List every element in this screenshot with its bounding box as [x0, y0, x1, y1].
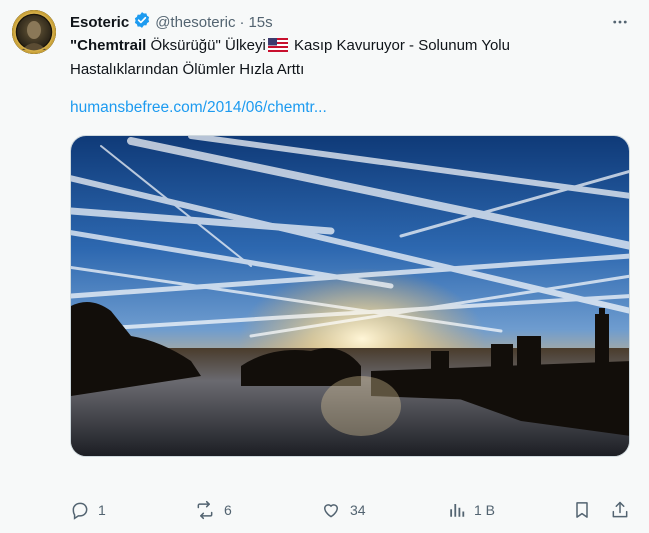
tweet-image[interactable]	[70, 135, 630, 457]
author-handle[interactable]: @thesoteric	[155, 14, 235, 31]
like-button[interactable]: 34	[320, 498, 366, 522]
repost-icon	[194, 500, 216, 520]
chemtrail-sky-photo	[71, 136, 629, 456]
reply-icon	[70, 500, 90, 520]
reply-button[interactable]: 1	[70, 498, 106, 522]
tweet-text: "Chemtrail Öksürüğü" Ülkeyi Kasıp Kavuru…	[70, 35, 610, 81]
repost-button[interactable]: 6	[194, 498, 232, 522]
share-icon	[610, 500, 630, 520]
tweet-text-middle: Öksürüğü" Ülkeyi	[146, 37, 266, 54]
views-button[interactable]: 1 B	[448, 498, 495, 522]
bookmark-button[interactable]	[572, 498, 592, 522]
tweet-link[interactable]: humansbefree.com/2014/06/chemtr...	[70, 99, 327, 117]
separator: ·	[239, 13, 245, 31]
tweet-text-bold: "Chemtrail	[70, 37, 147, 54]
more-options-icon[interactable]	[610, 12, 630, 32]
timestamp[interactable]: 15s	[248, 14, 272, 31]
repost-count: 6	[224, 502, 232, 518]
heart-icon	[320, 500, 342, 520]
bookmark-icon	[572, 500, 592, 520]
view-count: 1 B	[474, 502, 496, 518]
like-count: 34	[350, 502, 366, 518]
share-button[interactable]	[610, 498, 630, 522]
verified-badge-icon	[133, 11, 151, 33]
reply-count: 1	[98, 502, 106, 518]
author-name[interactable]: Esoteric	[70, 14, 129, 31]
tweet-actions: 1 6 34 1 B	[70, 498, 636, 522]
tweet-header: Esoteric @thesoteric · 15s	[70, 12, 273, 32]
us-flag-icon	[267, 37, 288, 59]
avatar[interactable]	[12, 10, 56, 54]
views-chart-icon	[448, 500, 466, 520]
